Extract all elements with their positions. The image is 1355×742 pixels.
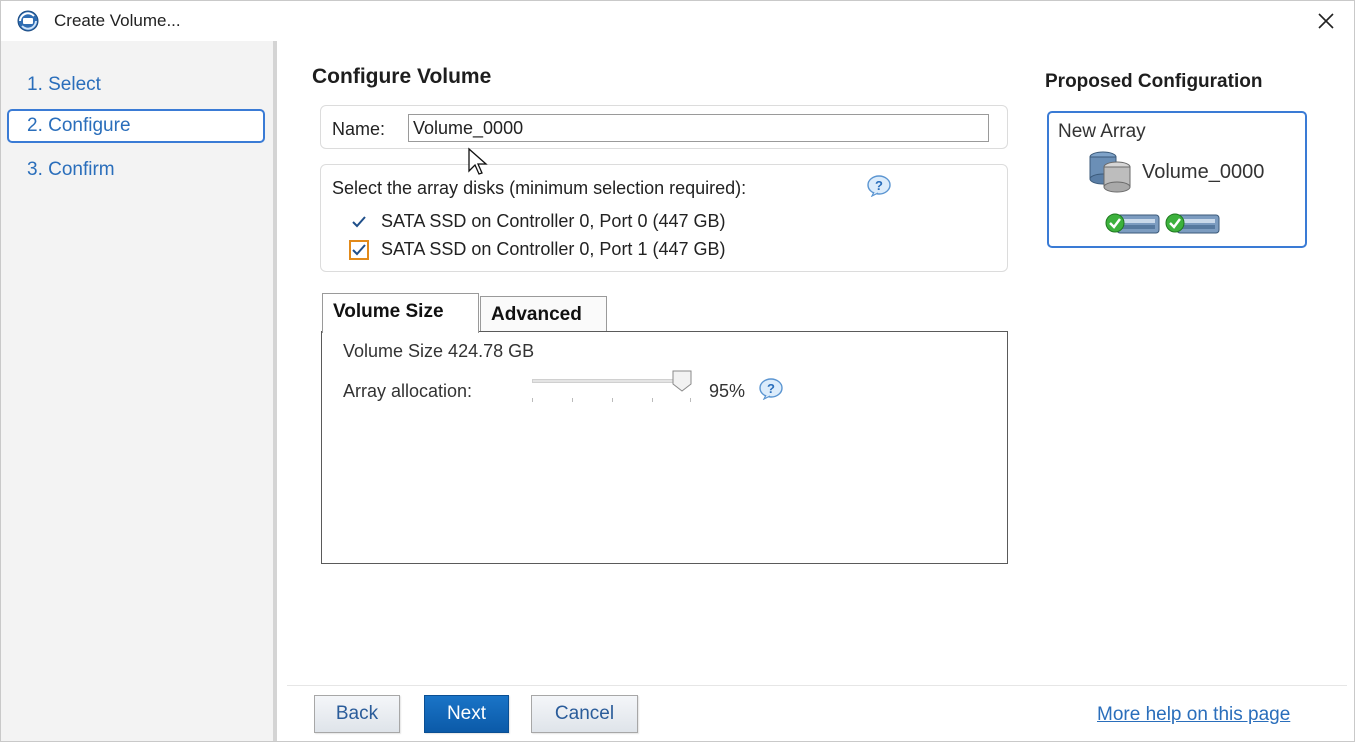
- window-title: Create Volume...: [54, 11, 181, 30]
- wizard-steps-sidebar: 1. Select 2. Configure 3. Confirm: [1, 41, 277, 741]
- slider-tick: [532, 398, 533, 402]
- checkmark-icon: [352, 215, 366, 227]
- disk-item[interactable]: SATA SSD on Controller 0, Port 1 (447 GB…: [349, 239, 725, 260]
- disk-checkbox-port0[interactable]: [349, 212, 369, 232]
- new-array-label: New Array: [1058, 121, 1146, 142]
- tab-advanced[interactable]: Advanced: [480, 296, 607, 332]
- slider-tick: [690, 398, 691, 402]
- back-button[interactable]: Back: [314, 695, 400, 733]
- disk-ok-icon: [1165, 213, 1220, 234]
- volume-size-text: Volume Size 424.78 GB: [343, 341, 535, 361]
- slider-tick: [612, 398, 613, 402]
- more-help-link[interactable]: More help on this page: [1097, 704, 1290, 726]
- intel-rst-icon: [17, 10, 39, 32]
- create-volume-dialog: Create Volume... 1. Select 2. Configure …: [0, 0, 1355, 742]
- disk-label: SATA SSD on Controller 0, Port 0 (447 GB…: [381, 211, 726, 231]
- slider-track: [532, 379, 690, 383]
- volume-name-input[interactable]: [408, 114, 989, 142]
- slider-tick: [572, 398, 573, 402]
- disk-ok-icon: [1105, 213, 1160, 234]
- title-bar: Create Volume...: [1, 1, 1354, 41]
- array-disks-panel: Select the array disks (minimum selectio…: [320, 164, 1008, 272]
- volume-icon: [1089, 151, 1131, 193]
- tab-volume-size[interactable]: Volume Size: [322, 293, 479, 333]
- array-allocation-slider[interactable]: [530, 370, 696, 404]
- name-panel: Name:: [320, 105, 1008, 149]
- cancel-button[interactable]: Cancel: [531, 695, 638, 733]
- disk-item[interactable]: SATA SSD on Controller 0, Port 0 (447 GB…: [349, 211, 725, 232]
- step-select[interactable]: 1. Select: [7, 68, 265, 102]
- step-confirm[interactable]: 3. Confirm: [7, 153, 265, 187]
- disk-checkbox-port1[interactable]: [349, 239, 369, 260]
- name-label: Name:: [332, 119, 386, 139]
- array-allocation-label: Array allocation:: [343, 381, 473, 401]
- disk-label: SATA SSD on Controller 0, Port 1 (447 GB…: [381, 239, 726, 259]
- volume-size-tab-panel: Volume Size 424.78 GB Array allocation: …: [321, 331, 1008, 564]
- slider-thumb[interactable]: [672, 370, 692, 392]
- proposed-volume-name: Volume_0000: [1142, 161, 1265, 183]
- slider-tick: [652, 398, 653, 402]
- help-icon[interactable]: ?: [758, 378, 784, 400]
- proposed-configuration-title: Proposed Configuration: [1045, 71, 1263, 92]
- proposed-configuration-box: New Array Volume_0000: [1047, 111, 1307, 248]
- checkmark-icon: [352, 243, 366, 255]
- help-icon[interactable]: ?: [866, 175, 892, 197]
- footer-divider: [287, 685, 1347, 686]
- array-disks-label: Select the array disks (minimum selectio…: [332, 178, 747, 198]
- step-configure[interactable]: 2. Configure: [7, 109, 265, 143]
- svg-text:?: ?: [875, 178, 883, 193]
- svg-text:?: ?: [767, 381, 775, 396]
- allocation-percent: 95%: [709, 381, 746, 401]
- close-button[interactable]: [1312, 7, 1340, 35]
- page-title: Configure Volume: [312, 65, 492, 88]
- next-button[interactable]: Next: [424, 695, 509, 733]
- close-icon: [1318, 13, 1334, 29]
